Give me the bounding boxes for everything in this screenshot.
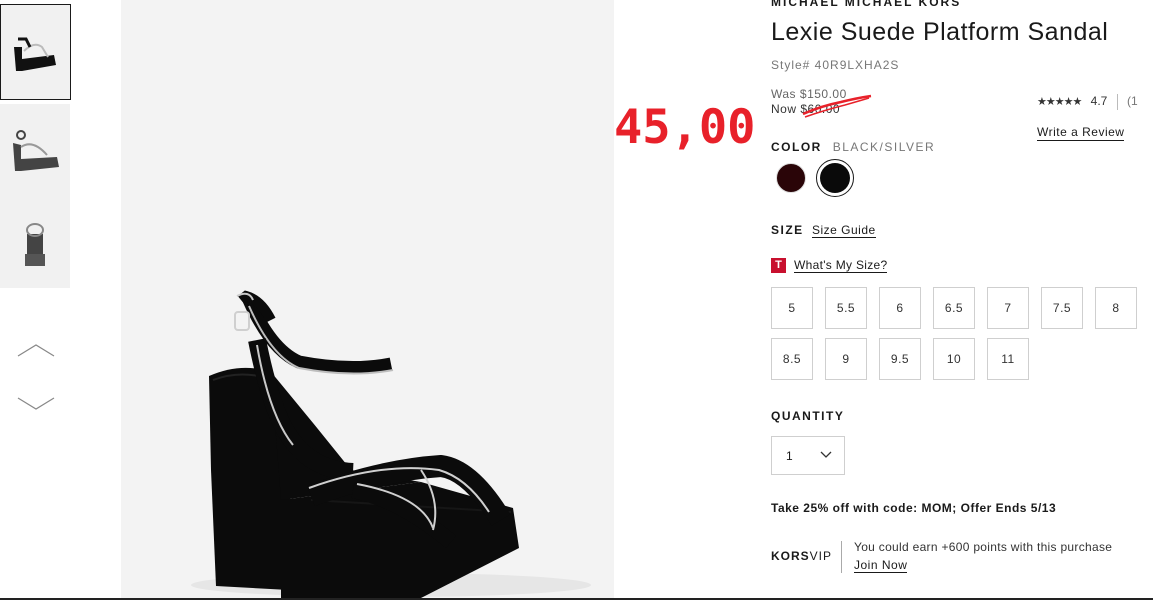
color-swatch-black[interactable] — [820, 163, 850, 193]
thumbnail-front[interactable] — [0, 4, 71, 100]
sandal-thumbnail-back — [25, 223, 45, 266]
thumbnail-scroll-up[interactable] — [16, 342, 56, 362]
thumbnail-back[interactable] — [0, 196, 70, 288]
product-title: Lexie Suede Platform Sandal — [771, 18, 1109, 46]
chevron-down-icon — [17, 397, 55, 410]
size-option[interactable]: 6 — [879, 287, 921, 329]
true-fit-badge-icon: T — [771, 258, 786, 273]
color-swatch-burgundy[interactable] — [776, 163, 806, 193]
sandal-thumbnail-front — [13, 37, 56, 71]
color-heading: COLOR — [771, 140, 822, 154]
product-rating[interactable]: ★★★★★ 4.7 (1 — [1037, 94, 1138, 110]
size-option[interactable]: 11 — [987, 338, 1029, 380]
dropdown-chevron-icon — [820, 451, 832, 458]
size-option[interactable]: 9 — [825, 338, 867, 380]
size-option[interactable]: 7 — [987, 287, 1029, 329]
size-option[interactable]: 8 — [1095, 287, 1137, 329]
thumbnail-side[interactable] — [0, 104, 70, 196]
korsvip-divider — [841, 541, 842, 573]
price-strikethrough-scribble — [802, 94, 872, 118]
bottom-border — [0, 598, 1153, 600]
sandal-image — [191, 290, 591, 598]
size-heading: SIZE — [771, 223, 804, 237]
style-number: Style# 40R9LXHA2S — [771, 58, 900, 72]
size-guide-link[interactable]: Size Guide — [812, 223, 876, 238]
korsvip-logo-light: VIP — [809, 549, 833, 563]
korsvip-points-message: You could earn +600 points with this pur… — [854, 540, 1113, 554]
size-option[interactable]: 10 — [933, 338, 975, 380]
main-product-image — [121, 0, 614, 600]
rating-value: 4.7 — [1090, 94, 1108, 109]
rating-stars: ★★★★★ — [1037, 96, 1082, 109]
korsvip-logo: KORSVIP — [771, 549, 832, 563]
size-option[interactable]: 9.5 — [879, 338, 921, 380]
size-option[interactable]: 5.5 — [825, 287, 867, 329]
quantity-heading: QUANTITY — [771, 409, 845, 423]
korsvip-logo-bold: KORS — [771, 549, 810, 563]
quantity-select[interactable]: 1 — [771, 436, 845, 475]
brand-name: MICHAEL MICHAEL KORS — [771, 0, 962, 9]
sandal-thumbnail-side — [13, 130, 59, 171]
join-now-link[interactable]: Join Now — [854, 558, 908, 573]
write-review-link[interactable]: Write a Review — [1037, 125, 1125, 141]
size-option[interactable]: 8.5 — [771, 338, 813, 380]
quantity-value: 1 — [786, 449, 793, 463]
selected-color: BLACK/SILVER — [832, 140, 936, 154]
thumbnail-scroll-down[interactable] — [16, 396, 56, 416]
promo-message: Take 25% off with code: MOM; Offer Ends … — [771, 501, 1057, 515]
size-option[interactable]: 6.5 — [933, 287, 975, 329]
chevron-up-icon — [17, 344, 55, 357]
product-details-panel: MICHAEL MICHAEL KORS Lexie Suede Platfor… — [771, 0, 1153, 600]
size-option[interactable]: 7.5 — [1041, 287, 1083, 329]
review-count: (1 — [1127, 94, 1138, 109]
color-label: COLOR BLACK/SILVER — [771, 140, 935, 154]
handwritten-price-annotation: 45,00 — [614, 100, 756, 155]
size-option[interactable]: 5 — [771, 287, 813, 329]
whats-my-size-link[interactable]: What's My Size? — [794, 258, 888, 273]
rating-divider — [1116, 94, 1118, 110]
